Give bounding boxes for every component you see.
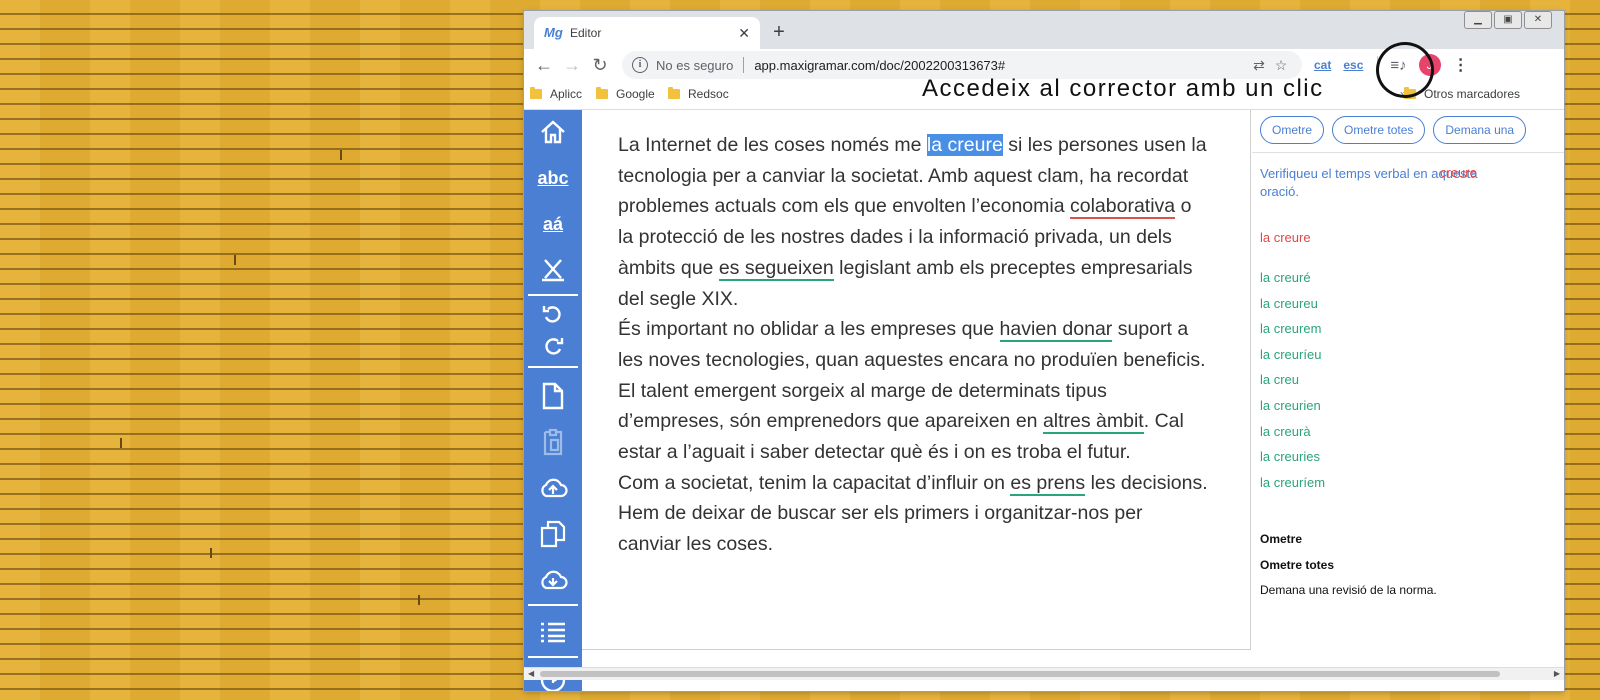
bookmark-aplicc[interactable]: Aplicc (530, 87, 582, 101)
copy-icon[interactable] (524, 512, 582, 556)
new-document-icon[interactable] (524, 374, 582, 418)
scroll-right-icon[interactable]: ▶ (1554, 668, 1560, 680)
horizontal-scrollbar[interactable]: ◀ ▶ (524, 667, 1564, 680)
tab-title: Editor (570, 26, 602, 40)
tab-editor[interactable]: Mg Editor ✕ (534, 17, 760, 49)
info-icon[interactable]: i (632, 57, 648, 73)
browser-window: Mg Editor ✕ + ▁ ▣ ✕ ← → ↻ i No es seguro… (524, 11, 1564, 691)
correction-panel: Ometre Ometre totes Demana una Verifique… (1252, 110, 1564, 670)
spanish-extension-button[interactable]: esc (1343, 58, 1363, 72)
suggestion-item[interactable]: la creureu (1260, 296, 1325, 322)
error-highlight-selected[interactable]: la creure (926, 134, 1003, 156)
paragraph[interactable]: El talent emergent sorgeix al marge de d… (618, 376, 1208, 468)
grammar-error[interactable]: es prens (1010, 471, 1086, 496)
home-icon[interactable] (524, 110, 582, 154)
redo-icon[interactable] (524, 332, 582, 362)
callout-text: Accedeix al corrector amb un clic (922, 75, 1324, 102)
download-cloud-icon[interactable] (524, 558, 582, 602)
paragraph[interactable]: És important no oblidar a les empreses q… (618, 314, 1208, 375)
maxigramar-logo-icon: Mg (544, 25, 563, 40)
folder-icon (530, 87, 542, 99)
list-icon[interactable] (524, 610, 582, 654)
divider (1252, 152, 1564, 153)
wood-knot (418, 595, 420, 605)
spellcheck-icon[interactable]: abc (524, 156, 582, 200)
reload-icon[interactable]: ↻ (586, 51, 614, 79)
new-tab-button[interactable]: + (767, 21, 791, 45)
suggestion-item[interactable]: la creuré (1260, 270, 1325, 296)
close-icon[interactable]: ✕ (738, 25, 750, 42)
scroll-left-icon[interactable]: ◀ (528, 668, 534, 680)
bookmark-google[interactable]: Google (596, 87, 655, 101)
text-span: És important no oblidar a les empreses q… (618, 318, 1000, 341)
paragraph[interactable]: La Internet de les coses només me la cre… (618, 130, 1208, 314)
request-review-button[interactable]: Demana una (1433, 116, 1527, 144)
grammar-error[interactable]: es segueixen (718, 256, 834, 281)
folder-icon (596, 87, 608, 99)
suggestion-item[interactable]: la creu (1260, 372, 1325, 398)
window-controls: ▁ ▣ ✕ (1464, 11, 1552, 29)
accent-label: aá (542, 213, 564, 234)
document-text[interactable]: La Internet de les coses només me la cre… (618, 130, 1208, 560)
upload-cloud-icon[interactable] (524, 466, 582, 510)
forward-icon[interactable]: → (558, 51, 586, 79)
divider (528, 366, 578, 368)
restore-icon[interactable]: ▣ (1494, 11, 1522, 29)
grammar-error[interactable]: havien donar (999, 318, 1113, 343)
star-icon[interactable]: ☆ (1270, 57, 1292, 74)
wood-knot (210, 548, 212, 558)
error-word: creure (1440, 165, 1477, 180)
text-span: Com a societat, tenim la capacitat d’inf… (618, 471, 1011, 494)
text-editor[interactable]: La Internet de les coses només me la cre… (582, 110, 1251, 650)
bookmark-label: Otros marcadores (1424, 87, 1521, 101)
translate-icon[interactable]: ⇄ (1248, 57, 1270, 74)
wood-knot (234, 255, 236, 265)
sidebar: abc aá (524, 110, 582, 691)
paragraph[interactable]: Com a societat, tenim la capacitat d’inf… (618, 468, 1208, 560)
current-error-text: la creure (1260, 230, 1311, 245)
minimize-icon[interactable]: ▁ (1464, 11, 1492, 29)
bookmark-redsoc[interactable]: Redsoc (668, 87, 729, 101)
bookmark-label: Aplicc (550, 87, 583, 101)
callout-circle (1376, 42, 1434, 98)
grammar-error[interactable]: altres àmbit (1042, 410, 1144, 435)
folder-icon (668, 87, 680, 99)
url-text[interactable]: app.maxigramar.com/doc/2002200313673# (754, 58, 1248, 73)
scrollbar-thumb[interactable] (540, 671, 1500, 677)
suggestion-item[interactable]: la creuríem (1260, 475, 1325, 501)
wood-knot (120, 438, 122, 448)
spelling-error[interactable]: colaborativa (1070, 195, 1176, 220)
divider (528, 604, 578, 606)
skip-all-link[interactable]: Ometre totes (1260, 558, 1334, 572)
suggestion-item[interactable]: la creuríeu (1260, 347, 1325, 373)
suggestion-item[interactable]: la creurem (1260, 321, 1325, 347)
skip-all-button[interactable]: Ometre totes (1332, 116, 1426, 144)
undo-icon[interactable] (524, 300, 582, 330)
spellcheck-label: abc (537, 167, 569, 188)
more-vert-icon[interactable]: ⋮ (1453, 55, 1469, 75)
suggestion-item[interactable]: la creurien (1260, 398, 1325, 424)
divider (743, 57, 745, 73)
suggestion-list: la creuré la creureu la creurem la creur… (1260, 270, 1325, 500)
request-review-link[interactable]: Demana una revisió de la norma. (1260, 583, 1437, 597)
paste-icon[interactable] (524, 420, 582, 464)
close-icon[interactable]: ✕ (1524, 11, 1552, 29)
accent-icon[interactable]: aá (524, 202, 582, 246)
skip-link[interactable]: Ometre (1260, 532, 1302, 546)
suggestion-item[interactable]: la creurà (1260, 424, 1325, 450)
divider (528, 294, 578, 296)
skip-button[interactable]: Ometre (1260, 116, 1325, 144)
security-label[interactable]: No es seguro (656, 58, 733, 73)
editor-app: abc aá La Internet de les coses només me… (524, 110, 1564, 691)
bookmark-label: Google (616, 87, 655, 101)
text-span: La Internet de les coses només me (618, 134, 927, 156)
bookmark-label: Redsoc (688, 87, 729, 101)
back-icon[interactable]: ← (530, 51, 558, 79)
wood-knot (340, 150, 342, 160)
clear-format-icon[interactable] (524, 248, 582, 292)
text-span: El talent emergent sorgeix al marge de d… (618, 379, 1107, 433)
catalan-extension-button[interactable]: cat (1314, 58, 1331, 72)
suggestion-item[interactable]: la creuries (1260, 449, 1325, 475)
panel-button-group: Ometre Ometre totes Demana una (1260, 116, 1527, 144)
